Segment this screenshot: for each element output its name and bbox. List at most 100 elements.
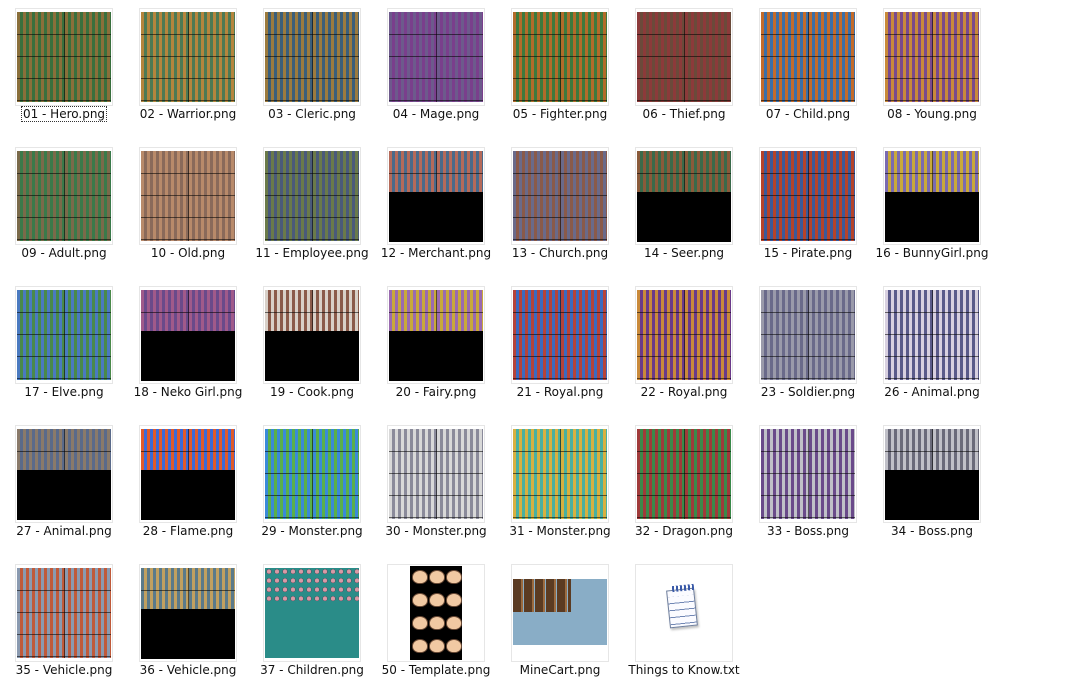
file-name-label: Things to Know.txt: [628, 663, 740, 677]
image-thumbnail: [635, 147, 733, 245]
file-name-label: 07 - Child.png: [765, 107, 851, 121]
file-name-label: 14 - Seer.png: [643, 246, 725, 260]
file-item[interactable]: 11 - Employee.png: [250, 147, 374, 277]
file-item[interactable]: 14 - Seer.png: [622, 147, 746, 277]
file-name-label: 05 - Fighter.png: [512, 107, 608, 121]
file-name-label: 19 - Cook.png: [270, 385, 354, 399]
file-item[interactable]: 31 - Monster.png: [498, 425, 622, 555]
image-thumbnail: [263, 286, 361, 384]
file-name-label: 18 - Neko Girl.png: [133, 385, 243, 399]
file-name-label: 04 - Mage.png: [392, 107, 480, 121]
image-thumbnail: [759, 8, 857, 106]
file-name-label: 26 - Animal.png: [884, 385, 980, 399]
file-name-label: 02 - Warrior.png: [139, 107, 237, 121]
file-name-label: 15 - Pirate.png: [763, 246, 853, 260]
file-item[interactable]: 05 - Fighter.png: [498, 8, 622, 138]
file-item[interactable]: 27 - Animal.png: [2, 425, 126, 555]
file-item[interactable]: 30 - Monster.png: [374, 425, 498, 555]
file-item[interactable]: 04 - Mage.png: [374, 8, 498, 138]
file-name-label: 21 - Royal.png: [516, 385, 604, 399]
file-name-label: 34 - Boss.png: [891, 524, 973, 538]
file-item[interactable]: 37 - Children.png: [250, 564, 374, 694]
file-item[interactable]: 12 - Merchant.png: [374, 147, 498, 277]
file-name-label: 35 - Vehicle.png: [15, 663, 113, 677]
image-thumbnail: [15, 286, 113, 384]
file-name-label: 22 - Royal.png: [640, 385, 728, 399]
file-name-label: 17 - Elve.png: [24, 385, 104, 399]
file-item[interactable]: 28 - Flame.png: [126, 425, 250, 555]
file-item[interactable]: 36 - Vehicle.png: [126, 564, 250, 694]
file-item[interactable]: 33 - Boss.png: [746, 425, 870, 555]
image-thumbnail: [139, 8, 237, 106]
file-name-label: 06 - Thief.png: [642, 107, 726, 121]
image-thumbnail: [15, 147, 113, 245]
file-grid: 01 - Hero.png 02 - Warrior.png 03 - Cleric…: [0, 0, 1070, 700]
file-item[interactable]: 29 - Monster.png: [250, 425, 374, 555]
file-item[interactable]: 26 - Animal.png: [870, 286, 994, 416]
file-item[interactable]: 07 - Child.png: [746, 8, 870, 138]
file-name-label: 13 - Church.png: [511, 246, 609, 260]
image-thumbnail: [263, 147, 361, 245]
image-thumbnail: [387, 564, 485, 662]
image-thumbnail: [883, 286, 981, 384]
file-name-label: 12 - Merchant.png: [380, 246, 492, 260]
file-item[interactable]: 10 - Old.png: [126, 147, 250, 277]
image-thumbnail: [263, 8, 361, 106]
image-thumbnail: [883, 8, 981, 106]
image-thumbnail: [511, 425, 609, 523]
image-thumbnail: [387, 286, 485, 384]
file-item[interactable]: 22 - Royal.png: [622, 286, 746, 416]
image-thumbnail: [263, 564, 361, 662]
image-thumbnail: [511, 147, 609, 245]
file-item[interactable]: MineCart.png: [498, 564, 622, 694]
file-name-label: 30 - Monster.png: [385, 524, 487, 538]
image-thumbnail: [15, 8, 113, 106]
file-item[interactable]: 19 - Cook.png: [250, 286, 374, 416]
file-item[interactable]: 06 - Thief.png: [622, 8, 746, 138]
image-thumbnail: [387, 8, 485, 106]
file-item[interactable]: 35 - Vehicle.png: [2, 564, 126, 694]
file-item[interactable]: Things to Know.txt: [622, 564, 746, 694]
file-name-label: 08 - Young.png: [887, 107, 977, 121]
file-name-label: 37 - Children.png: [260, 663, 364, 677]
image-thumbnail: [511, 286, 609, 384]
file-item[interactable]: 34 - Boss.png: [870, 425, 994, 555]
file-item[interactable]: 32 - Dragon.png: [622, 425, 746, 555]
file-name-label: 01 - Hero.png: [20, 106, 108, 122]
file-name-label: 16 - BunnyGirl.png: [875, 246, 989, 260]
file-name-label: 32 - Dragon.png: [635, 524, 733, 538]
text-file-icon: [635, 564, 733, 662]
file-name-label: 31 - Monster.png: [509, 524, 611, 538]
file-item[interactable]: 13 - Church.png: [498, 147, 622, 277]
image-thumbnail: [511, 8, 609, 106]
file-item[interactable]: 17 - Elve.png: [2, 286, 126, 416]
file-item[interactable]: 50 - Template.png: [374, 564, 498, 694]
file-item[interactable]: 21 - Royal.png: [498, 286, 622, 416]
file-name-label: 10 - Old.png: [150, 246, 226, 260]
file-name-label: 27 - Animal.png: [16, 524, 112, 538]
file-item[interactable]: 16 - BunnyGirl.png: [870, 147, 994, 277]
file-item[interactable]: 03 - Cleric.png: [250, 8, 374, 138]
image-thumbnail: [759, 147, 857, 245]
file-name-label: 50 - Template.png: [381, 663, 491, 677]
file-item[interactable]: 20 - Fairy.png: [374, 286, 498, 416]
image-thumbnail: [635, 425, 733, 523]
file-item[interactable]: 23 - Soldier.png: [746, 286, 870, 416]
file-name-label: 09 - Adult.png: [21, 246, 107, 260]
file-name-label: 03 - Cleric.png: [268, 107, 356, 121]
file-name-label: 36 - Vehicle.png: [139, 663, 237, 677]
file-item[interactable]: 02 - Warrior.png: [126, 8, 250, 138]
image-thumbnail: [387, 425, 485, 523]
image-thumbnail: [139, 564, 237, 662]
image-thumbnail: [387, 147, 485, 245]
file-item[interactable]: 01 - Hero.png: [2, 8, 126, 138]
image-thumbnail: [139, 286, 237, 384]
file-name-label: 28 - Flame.png: [142, 524, 234, 538]
image-thumbnail: [883, 425, 981, 523]
image-thumbnail: [635, 8, 733, 106]
file-item[interactable]: 18 - Neko Girl.png: [126, 286, 250, 416]
file-item[interactable]: 09 - Adult.png: [2, 147, 126, 277]
file-item[interactable]: 15 - Pirate.png: [746, 147, 870, 277]
file-item[interactable]: 08 - Young.png: [870, 8, 994, 138]
image-thumbnail: [635, 286, 733, 384]
